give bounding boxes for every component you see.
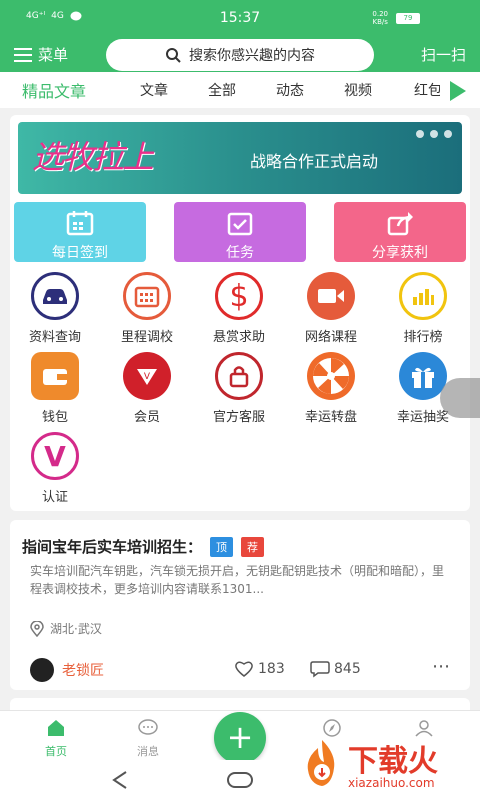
comment-icon [310, 661, 330, 678]
nav-messages[interactable]: 消息 [118, 719, 178, 759]
speed-unit: KB/s [372, 18, 388, 26]
scan-button[interactable]: 扫一扫 [421, 44, 466, 65]
post-body: 实车培训配汽车钥匙，汽车锁无损开启，无钥匙配钥匙技术（明配和暗配），里程表调校技… [30, 564, 445, 596]
author[interactable]: 老锁匠 [30, 658, 104, 682]
post-title-row: 指间宝年后实车培训招生： 顶 荐 [22, 536, 265, 557]
calendar-icon [66, 211, 94, 236]
wallet-icon [31, 352, 79, 400]
network-speed: 0.20 KB/s [372, 10, 388, 26]
grid-item-courses[interactable]: 网络课程 [286, 272, 376, 345]
post-title: 指间宝年后实车培训招生： [22, 538, 203, 556]
tab-redpacket[interactable]: 红包 [414, 80, 440, 100]
flame-logo-icon [307, 740, 335, 786]
grid-label: 资料查询 [28, 330, 81, 345]
svg-text:V: V [144, 372, 151, 382]
video-camera-icon [307, 272, 355, 320]
like-count: 183 [258, 661, 285, 677]
grid-label: 会员 [133, 410, 160, 425]
home-icon [48, 720, 64, 736]
tab-all[interactable]: 全部 [208, 80, 236, 100]
top-bar: 菜单 搜索你感兴趣的内容 扫一扫 [0, 38, 480, 72]
message-icon [138, 719, 158, 735]
tab-videos[interactable]: 视频 [344, 80, 372, 100]
back-icon[interactable] [108, 770, 132, 790]
category-tabs: 精品文章 文章 全部 动态 视频 红包 [0, 72, 480, 108]
menu-button[interactable]: 菜单 [14, 44, 68, 65]
author-name: 老锁匠 [62, 663, 104, 679]
location-pin-icon [30, 620, 44, 637]
grid-label: 排行榜 [403, 330, 443, 345]
tasks-label: 任务 [226, 245, 254, 261]
post-footer: 老锁匠 183 845 ⋯ [30, 656, 450, 682]
grid-item-member[interactable]: V 会员 [102, 352, 192, 425]
car-icon [31, 272, 79, 320]
hamburger-icon [14, 47, 32, 62]
speed-value: 0.20 [372, 10, 388, 18]
grid-label: 网络课程 [304, 330, 357, 345]
nav-messages-label: 消息 [137, 745, 159, 758]
search-input[interactable]: 搜索你感兴趣的内容 [106, 39, 374, 71]
banner-logo: 选牧拉上 [32, 138, 154, 176]
comment-count: 845 [334, 661, 361, 677]
tab-dynamics[interactable]: 动态 [276, 80, 304, 100]
banner-headline: 战略合作正式启动 [250, 152, 379, 171]
task-check-icon [227, 212, 253, 236]
more-options-icon[interactable]: ⋯ [432, 656, 450, 677]
grid-label: 钱包 [41, 410, 68, 425]
heart-icon [235, 661, 253, 677]
nav-home[interactable]: 首页 [26, 719, 86, 759]
watermark-url: xiazaihuo.com [348, 776, 435, 790]
grid-item-ranking[interactable]: 排行榜 [378, 272, 468, 345]
grid-item-info-query[interactable]: 资料查询 [10, 272, 100, 345]
daily-checkin-button[interactable]: 每日签到 [14, 202, 146, 262]
recommended-badge: 荐 [241, 536, 265, 557]
grid-label: 认证 [41, 490, 68, 505]
home-system-icon[interactable] [226, 770, 254, 790]
tasks-button[interactable]: 任务 [174, 202, 306, 262]
grid-label: 幸运转盘 [304, 410, 357, 425]
nav-home-label: 首页 [45, 745, 67, 758]
share-earn-label: 分享获利 [372, 245, 428, 261]
banner[interactable]: 选牧拉上 战略合作正式启动 [18, 122, 462, 194]
pinned-badge: 顶 [210, 536, 234, 557]
bar-chart-icon [399, 272, 447, 320]
play-arrow-icon[interactable] [450, 81, 466, 101]
tab-articles[interactable]: 文章 [140, 80, 168, 100]
daily-checkin-label: 每日签到 [52, 245, 108, 261]
like-button[interactable]: 183 [234, 660, 285, 678]
comment-button[interactable]: 845 [310, 660, 361, 678]
grid-item-verify[interactable]: V 认证 [10, 432, 100, 505]
watermark: 下载火 xiazaihuo.com [292, 732, 472, 792]
grid-label: 官方客服 [212, 410, 265, 425]
grid-label: 悬赏求助 [212, 330, 265, 345]
vip-badge-icon: V [123, 352, 171, 400]
banner-pager [416, 130, 452, 138]
tab-featured[interactable]: 精品文章 [22, 78, 86, 102]
menu-label: 菜单 [38, 46, 69, 64]
wheel-icon [307, 352, 355, 400]
search-icon [166, 48, 181, 63]
lock-icon [215, 352, 263, 400]
watermark-title: 下载火 [348, 744, 438, 779]
calendar-grid-icon [123, 272, 171, 320]
grid-item-support[interactable]: 官方客服 [194, 352, 284, 425]
battery-icon: 79 [396, 13, 420, 24]
share-icon [387, 212, 413, 236]
dollar-icon: $ [215, 272, 263, 320]
grid-item-wallet[interactable]: 钱包 [10, 352, 100, 425]
post-location: 湖北·武汉 [30, 620, 102, 637]
status-bar: 4G⁺ᴵ 4G 15:37 0.20 KB/s 79 [0, 0, 480, 38]
location-text: 湖北·武汉 [50, 622, 102, 636]
grid-item-bounty[interactable]: $ 悬赏求助 [194, 272, 284, 345]
grid-item-mileage[interactable]: 里程调校 [102, 272, 192, 345]
grid-label: 里程调校 [120, 330, 173, 345]
grid-item-wheel[interactable]: 幸运转盘 [286, 352, 376, 425]
add-post-button[interactable]: + [214, 712, 266, 764]
verify-v-icon: V [31, 432, 79, 480]
search-placeholder: 搜索你感兴趣的内容 [189, 48, 315, 64]
floating-scroll-button[interactable] [440, 378, 480, 418]
share-earn-button[interactable]: 分享获利 [334, 202, 466, 262]
avatar [30, 658, 54, 682]
